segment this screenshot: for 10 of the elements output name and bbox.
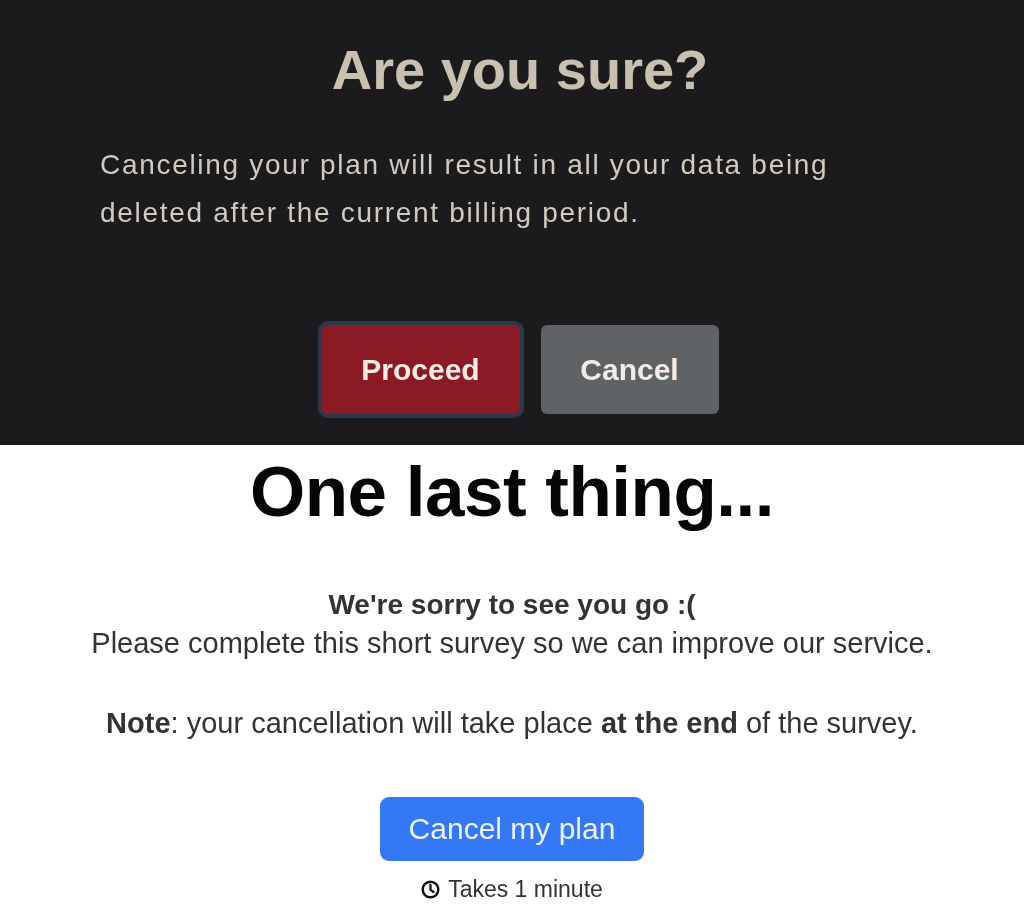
clock-icon xyxy=(421,879,441,899)
survey-text: Please complete this short survey so we can improve our service. xyxy=(91,626,933,661)
survey-title: One last thing... xyxy=(249,452,774,532)
dialog-title: Are you sure? xyxy=(331,37,709,103)
duration-text: Takes 1 minute xyxy=(448,875,603,903)
survey-subtitle: We're sorry to see you go :( xyxy=(328,588,696,622)
cancel-button[interactable]: Cancel xyxy=(540,325,719,414)
note-text: Note: your cancellation will take place at the end of the survey. xyxy=(106,706,918,741)
cancel-plan-button[interactable]: Cancel my plan xyxy=(380,797,644,861)
dialog-message: Canceling your plan will result in all your data being deleted after the current billing period. xyxy=(100,148,830,230)
